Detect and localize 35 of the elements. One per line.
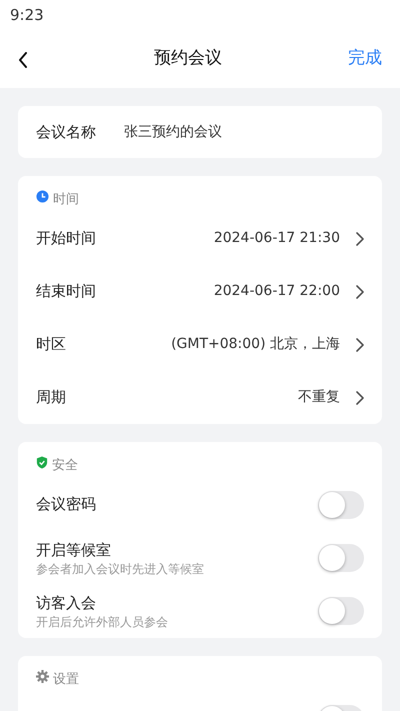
meeting-name-value: 张三预约的会议	[124, 122, 222, 142]
row-label: 时区	[36, 334, 66, 356]
clock-icon	[36, 190, 49, 203]
setting-row[interactable]: 时区 (GMT+08:00) 北京，上海	[36, 318, 364, 371]
row-value: 2024-06-17 21:30	[214, 229, 340, 248]
section-title: 时间	[53, 191, 79, 209]
shield-icon	[36, 456, 48, 469]
row-value: 2024-06-17 22:00	[214, 282, 340, 301]
chevron-right-icon	[356, 390, 364, 404]
row-label: 开始时间	[36, 228, 96, 250]
setting-row[interactable]: 结束时间 2024-06-17 22:00	[36, 265, 364, 318]
row-hint: 开启后允许外部人员参会	[36, 614, 168, 629]
setting-row[interactable]: 开始时间 2024-06-17 21:30	[36, 212, 364, 265]
chevron-right-icon	[356, 232, 364, 246]
chevron-right-icon	[356, 338, 364, 352]
field-label: 会议名称	[36, 122, 96, 143]
toggle-switch[interactable]	[318, 544, 364, 572]
row-value: 不重复	[298, 388, 340, 407]
row-value: (GMT+08:00) 北京，上海	[171, 335, 340, 354]
toggle-switch[interactable]	[318, 596, 364, 624]
row-label: 会议密码	[36, 494, 96, 516]
row-label: 周期	[36, 387, 66, 408]
setting-row[interactable]: 周期 不重复	[36, 371, 364, 424]
page-title: 预约会议	[154, 47, 222, 70]
gear-icon	[36, 670, 49, 683]
row-label: 访客入会	[36, 593, 97, 614]
status-time: 9:23	[10, 6, 44, 24]
section-title: 安全	[52, 457, 78, 475]
row-hint: 参会者加入会议时先进入等候室	[36, 562, 204, 576]
done-button[interactable]: 完成	[348, 46, 382, 72]
toggle-switch[interactable]	[318, 490, 364, 518]
row-label: 结束时间	[36, 281, 96, 302]
chevron-right-icon	[356, 284, 364, 298]
section-title: 设置	[53, 671, 79, 689]
row-label: 开启等候室	[36, 540, 112, 562]
